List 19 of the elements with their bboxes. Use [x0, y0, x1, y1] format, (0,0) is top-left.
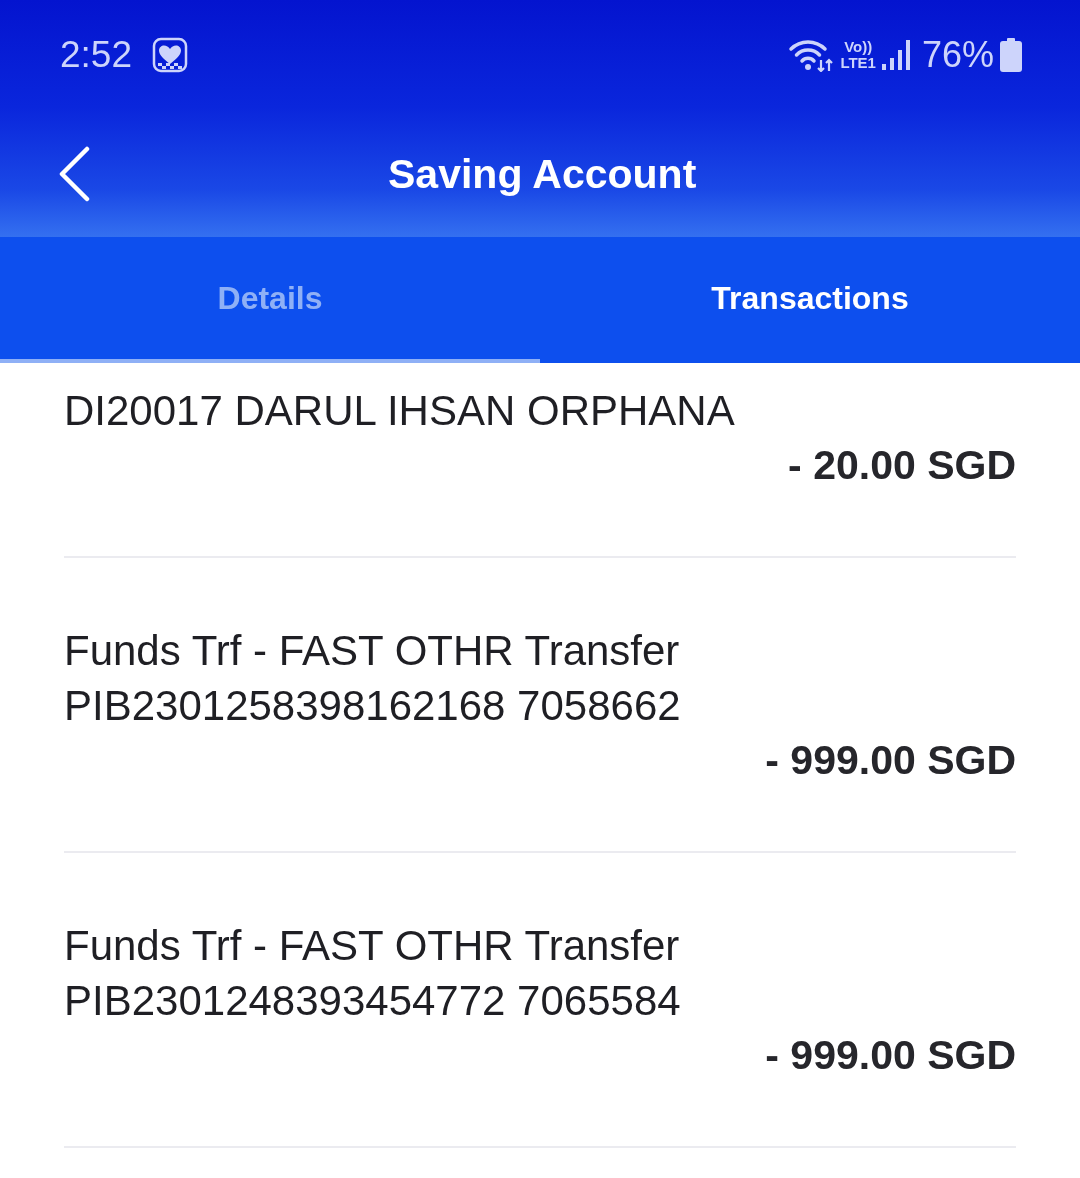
transaction-description: PIB2301248393454772 7065584	[64, 976, 681, 1026]
back-chevron-icon	[57, 145, 91, 202]
signal-icon	[881, 40, 910, 70]
app-notification-icon	[152, 37, 188, 73]
transaction-amount: - 20.00 SGD	[788, 441, 1016, 490]
transaction-description: Funds Trf - FAST OTHR Transfer	[64, 626, 680, 676]
status-time: 2:52	[60, 35, 132, 75]
lte-label: LTE1	[840, 55, 876, 71]
battery-percentage: 76%	[921, 35, 994, 75]
tab[interactable]: Transactions	[540, 237, 1080, 363]
screen-title: Saving Account	[388, 149, 697, 199]
volte-label: Vo))	[844, 39, 873, 55]
transaction-amount: - 999.00 SGD	[765, 1031, 1016, 1080]
transaction-description: DI20017 DARUL IHSAN ORPHANA	[64, 386, 735, 436]
transaction-amount: - 999.00 SGD	[765, 736, 1016, 785]
battery-icon	[1000, 38, 1022, 72]
transaction-description: Funds Trf - FAST OTHR Transfer	[64, 921, 680, 971]
transaction-description: PIB2301258398162168 7058662	[64, 681, 681, 731]
wifi-icon	[788, 38, 835, 72]
